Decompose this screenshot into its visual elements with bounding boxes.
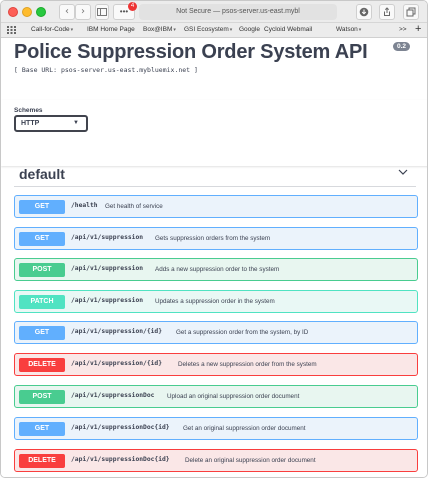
operation-path: /api/v1/suppression: [71, 265, 144, 272]
operation-summary: Get a suppression order from the system,…: [176, 328, 309, 336]
chevron-down-icon[interactable]: [398, 167, 408, 177]
favorite-gsi-ecosystem[interactable]: GSI Ecosystem▾: [184, 26, 232, 33]
operation-get-suppression-by-id[interactable]: GET /api/v1/suppression/{id} Get a suppr…: [14, 321, 418, 344]
favorite-call-for-code[interactable]: Call-for-Code▾: [31, 26, 73, 33]
operation-path: /api/v1/suppressionDoc: [71, 392, 155, 399]
operation-post-suppression-doc[interactable]: POST /api/v1/suppressionDoc Upload an or…: [14, 385, 418, 408]
operation-summary: Delete an original suppression order doc…: [185, 456, 316, 464]
operation-path: /health: [71, 202, 98, 209]
operation-get-suppression-doc-by-id[interactable]: GET /api/v1/suppressionDoc{id} Get an or…: [14, 417, 418, 440]
operation-path: /api/v1/suppression/{id}: [71, 328, 162, 335]
new-tab-icon[interactable]: +: [415, 23, 421, 35]
method-badge: GET: [19, 422, 65, 436]
operation-summary: Get health of service: [105, 202, 163, 210]
favorite-cycloid-webmail[interactable]: Cycloid Webmail: [264, 26, 312, 33]
extension-label: •••: [119, 7, 129, 16]
tabs-overview-icon[interactable]: [403, 4, 419, 20]
back-button[interactable]: ‹: [59, 4, 75, 20]
browser-window: ‹ › ••• 4 Not Secure — psos-server.us-ea…: [0, 0, 428, 478]
operation-delete-suppression-by-id[interactable]: DELETE /api/v1/suppression/{id} Deletes …: [14, 353, 418, 376]
operation-path: /api/v1/suppression/{id}: [71, 360, 162, 367]
operation-get-suppression[interactable]: GET /api/v1/suppression Gets suppression…: [14, 227, 418, 250]
schemes-select[interactable]: HTTP ▼: [14, 115, 88, 132]
operation-summary: Upload an original suppression order doc…: [167, 392, 300, 400]
address-text: Not Secure — psos-server.us-east.mybl: [176, 8, 300, 15]
schemes-label: Schemes: [14, 107, 43, 114]
version-badge: 0.2: [393, 42, 411, 51]
operation-path: /api/v1/suppression: [71, 297, 144, 304]
operation-path: /api/v1/suppressionDoc{id}: [71, 424, 170, 431]
operation-path: /api/v1/suppression: [71, 234, 144, 241]
chevron-down-icon: ▾: [70, 27, 74, 33]
favorite-box-ibm[interactable]: Box@IBM▾: [143, 26, 176, 33]
chevron-down-icon: ▼: [73, 120, 79, 126]
share-icon[interactable]: [379, 4, 395, 20]
tag-name: default: [19, 166, 65, 182]
method-badge: GET: [19, 200, 65, 214]
minimize-window-button[interactable]: [22, 7, 32, 17]
operation-post-suppression[interactable]: POST /api/v1/suppression Adds a new supp…: [14, 258, 418, 281]
extension-button[interactable]: ••• 4: [113, 2, 137, 20]
operation-summary: Deletes a new suppression order from the…: [178, 360, 317, 368]
operation-delete-suppression-doc-by-id[interactable]: DELETE /api/v1/suppressionDoc{id} Delete…: [14, 449, 418, 472]
sidebar-toggle-icon[interactable]: [95, 4, 109, 20]
method-badge: POST: [19, 263, 65, 277]
forward-button[interactable]: ›: [75, 4, 91, 20]
favorites-overflow-button[interactable]: >>: [399, 26, 407, 33]
close-window-button[interactable]: [8, 7, 18, 17]
operation-get-health[interactable]: GET /health Get health of service: [14, 195, 418, 218]
operation-summary: Gets suppression orders from the system: [155, 234, 271, 242]
operation-summary: Updates a suppression order in the syste…: [155, 297, 275, 305]
download-icon[interactable]: [356, 4, 372, 20]
schemes-selected-value: HTTP: [21, 120, 40, 127]
method-badge: POST: [19, 390, 65, 404]
method-badge: GET: [19, 326, 65, 340]
method-badge: DELETE: [19, 454, 65, 468]
operation-path: /api/v1/suppressionDoc{id}: [71, 456, 170, 463]
favorite-google[interactable]: Google: [239, 26, 260, 33]
favorites-grid-icon[interactable]: [7, 26, 16, 36]
operation-summary: Adds a new suppression order to the syst…: [155, 265, 280, 273]
favorite-ibm-home-page[interactable]: IBM Home Page: [87, 26, 135, 33]
chevron-down-icon: ▾: [229, 27, 233, 33]
extension-badge: 4: [128, 2, 137, 11]
method-badge: DELETE: [19, 358, 65, 372]
favorite-watson[interactable]: Watson▾: [336, 26, 361, 33]
method-badge: PATCH: [19, 295, 65, 309]
browser-toolbar: ‹ › ••• 4 Not Secure — psos-server.us-ea…: [1, 1, 427, 23]
chevron-down-icon: ▾: [173, 27, 176, 33]
tag-section-header[interactable]: default: [14, 157, 416, 187]
operation-patch-suppression[interactable]: PATCH /api/v1/suppression Updates a supp…: [14, 290, 418, 313]
operation-summary: Get an original suppression order docume…: [183, 424, 306, 432]
address-bar[interactable]: Not Secure — psos-server.us-east.mybl: [139, 4, 337, 20]
chevron-down-icon: ▾: [358, 27, 362, 33]
page-title: Police Suppression Order System API: [14, 41, 368, 63]
favorites-bar: Call-for-Code▾ IBM Home Page Box@IBM▾ GS…: [1, 23, 427, 38]
method-badge: GET: [19, 232, 65, 246]
base-url: [ Base URL: psos-server.us-east.mybluemi…: [14, 66, 198, 74]
zoom-window-button[interactable]: [36, 7, 46, 17]
